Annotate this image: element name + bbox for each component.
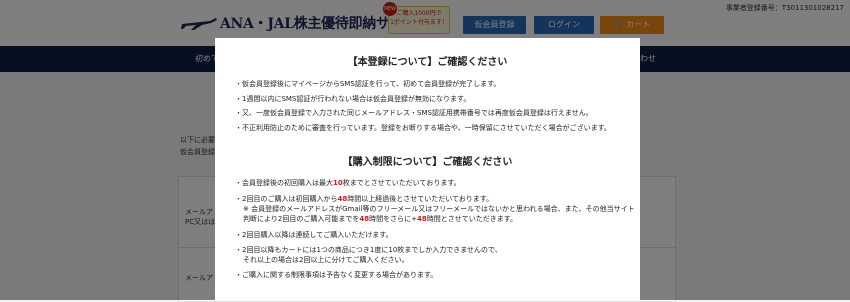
registration-notice-item: ・又、一度仮会員登録で入力された同じメールアドレス・SMS認証用携帯番号では再度… — [235, 109, 593, 117]
purchase-limit-item-4: ・2回目以降もカートには1つの商品につき1度に10枚までしか入力できませんので、 — [235, 246, 502, 254]
registration-notice-title: 【本登録について】ご確認ください — [347, 57, 508, 68]
registration-notice-item: ・1週間以内にSMS認証が行われない場合は仮会員登録が無効になります。 — [235, 95, 471, 103]
purchase-limit-title: 【購入制限について】ご確認ください — [342, 157, 513, 168]
purchase-limit-item-2: ・2回目のご購入は初回購入から48時間以上経過後とさせていただいております。 — [235, 195, 494, 203]
registration-notice-item: ・仮会員登録後にマイページからSMS認証を行って、初めて会員登録が完了します。 — [235, 80, 501, 88]
purchase-limit-item-3: ・2回目購入以降は連続してご購入いただけます。 — [235, 231, 393, 239]
purchase-limit-note-2: 判断により2回目のご購入可能までを48時間をさらに+48時間とさせていただきます… — [243, 215, 518, 223]
confirmation-modal: 【本登録について】ご確認ください ・仮会員登録後にマイページからSMS認証を行っ… — [215, 38, 640, 300]
purchase-limit-item-4-cont: それ以上の場合は2回以上に分けてご購入ください。 — [243, 256, 409, 264]
purchase-limit-note-1: ※ 会員登録のメールアドレスがGmail等のフリーメール又はフリーメールではない… — [243, 205, 635, 213]
purchase-limit-item-1: ・会員登録後の初回購入は最大10枚までとさせていただいております。 — [235, 179, 461, 187]
registration-notice-item: ・不正利用防止のために審査を行っています。登録をお断りする場合や、一時保留にさせ… — [235, 124, 611, 132]
purchase-limit-item-5: ・ご購入に関する制限事項は予告なく変更する場合があります。 — [235, 271, 438, 279]
